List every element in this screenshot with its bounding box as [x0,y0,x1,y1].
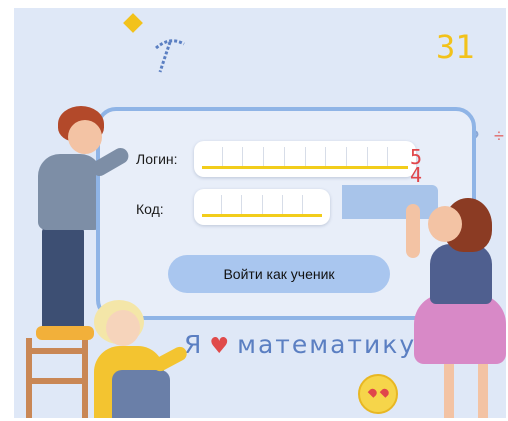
boy-head [68,120,102,154]
code-cells [202,195,322,217]
pickaxe-icon [155,39,185,73]
divide-decoration: ÷ [494,126,504,146]
login-scene: 31 =? ÷ Логин: Код: Войти как ученик 5 4… [14,8,506,418]
girl-right-skirt [414,294,506,364]
girl-left-overall [112,370,170,418]
girl-left-head [106,310,140,346]
girl-right-legs [444,360,488,418]
input-cell [303,195,322,214]
caption-right-text: математику [237,330,417,359]
input-cell [283,195,303,214]
girl-right-body [430,244,492,304]
input-cell [347,147,368,166]
yellow-digits-decoration: 31 [436,28,475,66]
boy-shoes [36,326,94,340]
boy-legs [42,226,84,336]
input-cell [264,147,285,166]
code-label: Код: [136,201,164,217]
input-cell [368,147,389,166]
input-cell [243,147,265,166]
heart-icon: ♥ [209,334,232,359]
love-smiley-icon [358,374,398,414]
code-input[interactable] [194,189,330,225]
caption-i-love-math: Я ♥ математику [184,330,416,359]
ladder [26,338,88,418]
girl-left-arm [150,344,190,374]
girl-right-arm [406,204,420,258]
login-as-student-button[interactable]: Войти как ученик [168,255,390,293]
input-cell [388,147,408,166]
input-cell [222,195,243,214]
input-cell [223,147,244,166]
login-label: Логин: [136,151,178,167]
red-digits-decoration: 5 4 [410,145,423,187]
input-cell [263,195,283,214]
yellow-gem-decoration [123,13,143,33]
input-cell [285,147,306,166]
girl-right-head [428,206,462,242]
input-cell [202,147,223,166]
login-cells [202,147,408,169]
input-cell [326,147,347,166]
board-shade [342,185,438,219]
input-cell [306,147,327,166]
input-cell [242,195,263,214]
login-input[interactable] [194,141,416,177]
input-cell [202,195,223,214]
